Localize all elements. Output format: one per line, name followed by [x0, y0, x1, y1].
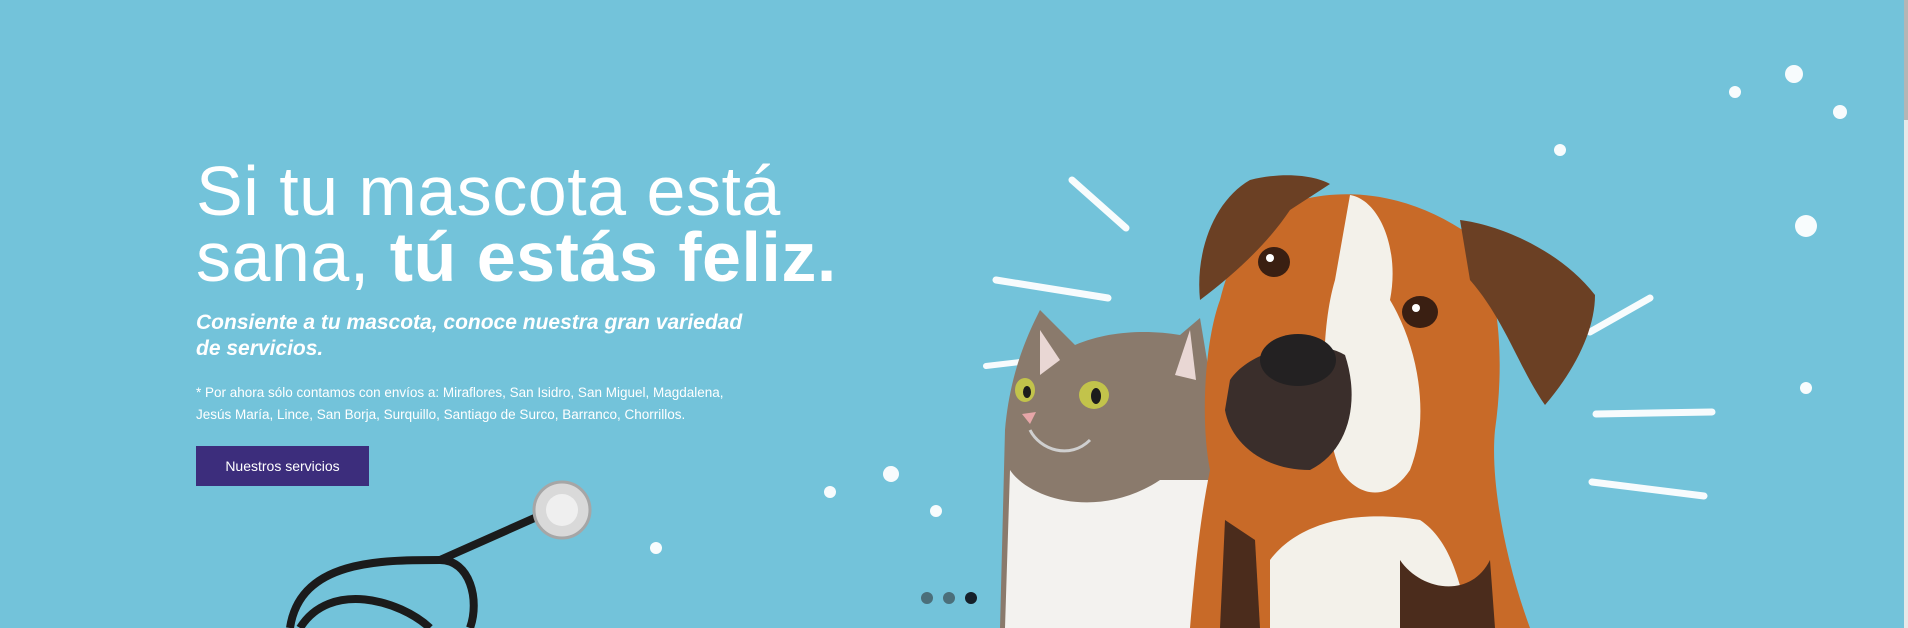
page-scrollbar[interactable] [1904, 0, 1908, 628]
stethoscope-image [286, 480, 592, 628]
scrollbar-thumb[interactable] [1904, 0, 1908, 120]
hero-headline: Si tu mascota está sana, tú estás feliz. [196, 156, 837, 292]
hero-subheadline: Consiente a tu mascota, conoce nuestra g… [196, 311, 743, 360]
carousel-pagination [921, 592, 977, 604]
delivery-note: * Por ahora sólo contamos con envíos a: … [196, 385, 724, 422]
headline-line-2: sana, [196, 218, 390, 296]
services-button[interactable]: Nuestros servicios [196, 446, 369, 486]
carousel-dot-3[interactable] [965, 592, 977, 604]
headline-emphasis: tú estás feliz. [389, 218, 837, 296]
carousel-dot-1[interactable] [921, 592, 933, 604]
carousel-dot-2[interactable] [943, 592, 955, 604]
dog-image [1190, 175, 1595, 628]
cat-image [1000, 310, 1218, 628]
hero-banner: Si tu mascota está sana, tú estás feliz.… [0, 0, 1904, 628]
